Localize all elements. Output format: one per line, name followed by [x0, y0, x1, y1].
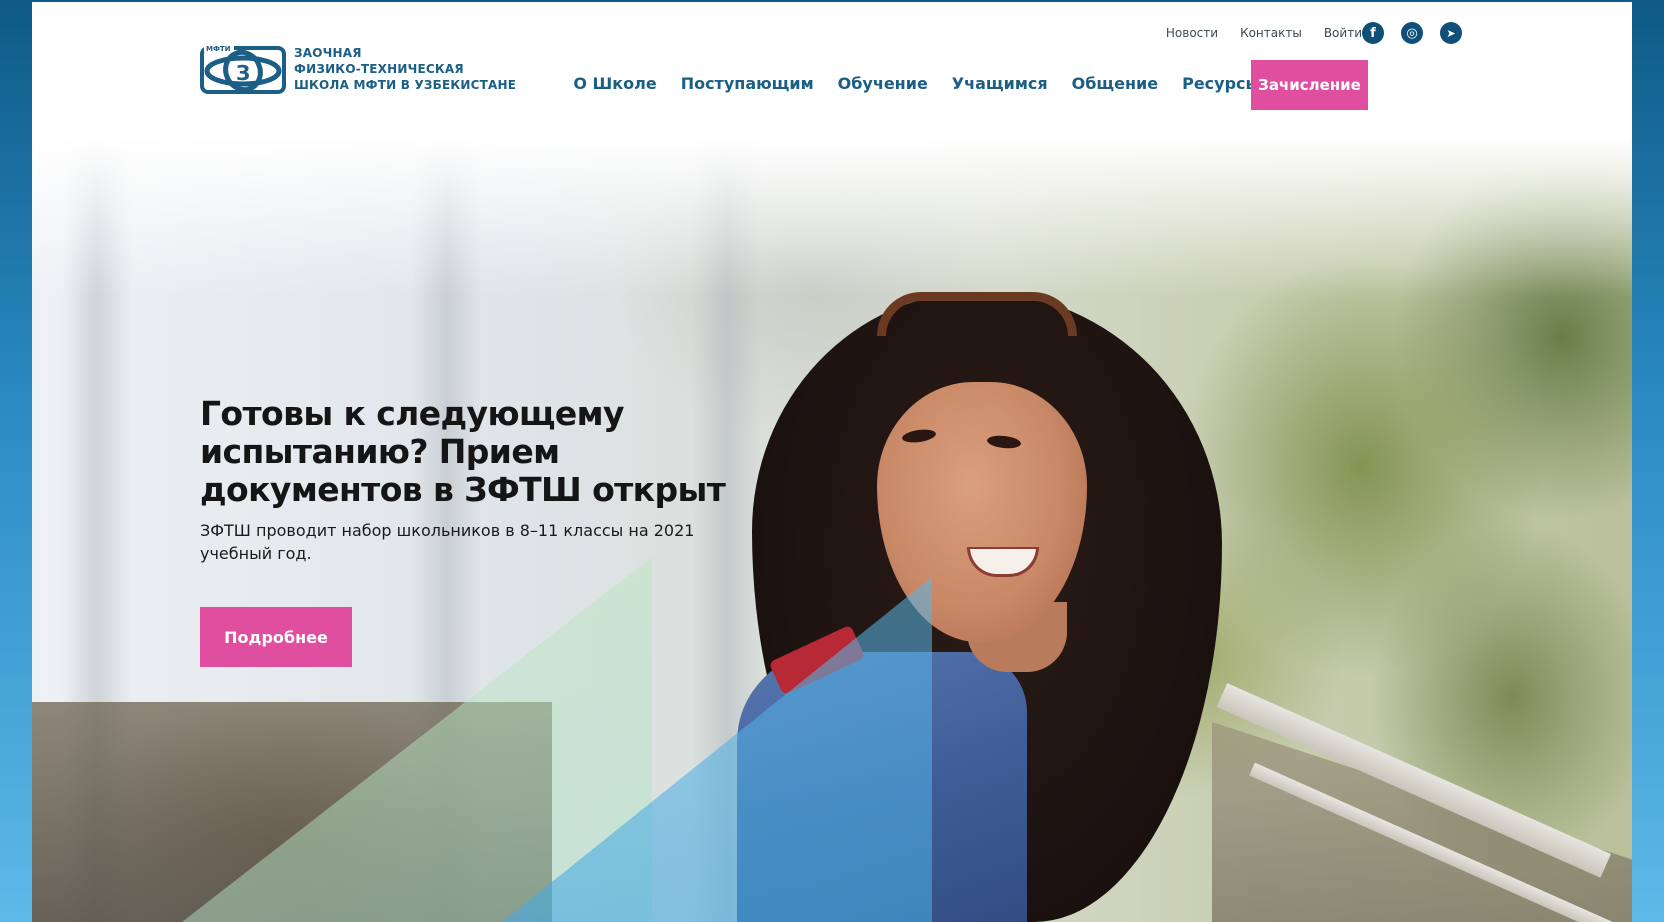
logo-line: ЗАОЧНАЯ	[294, 46, 362, 60]
hero-subtitle: ЗФТШ проводит набор школьников в 8–11 кл…	[200, 521, 695, 563]
logo-emblem-icon: З МФТИ	[200, 42, 286, 96]
hero-title: Готовы к следующему испытанию? Прием док…	[200, 394, 726, 509]
telegram-icon[interactable]: ➤	[1440, 22, 1462, 44]
nav-item-students[interactable]: Учащимся	[952, 74, 1048, 93]
logo-mark-text: МФТИ	[206, 45, 231, 53]
social-links: f ◎ ➤	[1362, 22, 1462, 44]
instagram-icon[interactable]: ◎	[1401, 22, 1423, 44]
nav-item-education[interactable]: Обучение	[838, 74, 928, 93]
site-logo[interactable]: З МФТИ ЗАОЧНАЯ ФИЗИКО-ТЕХНИЧЕСКАЯ ШКОЛА …	[200, 42, 516, 96]
nav-item-applicants[interactable]: Поступающим	[681, 74, 814, 93]
hero-top-fade	[32, 137, 1632, 297]
nav-item-community[interactable]: Общение	[1072, 74, 1158, 93]
enrollment-button[interactable]: Зачисление	[1251, 60, 1368, 110]
sunglasses	[877, 292, 1077, 336]
svg-text:З: З	[236, 61, 250, 85]
utility-links: Новости Контакты Войти	[1166, 26, 1362, 40]
contacts-link[interactable]: Контакты	[1240, 26, 1302, 40]
facebook-icon[interactable]: f	[1362, 22, 1384, 44]
nav-item-resources[interactable]: Ресурсы	[1182, 74, 1260, 93]
login-link[interactable]: Войти	[1324, 26, 1362, 40]
nav-item-about[interactable]: О Школе	[573, 74, 656, 93]
news-link[interactable]: Новости	[1166, 26, 1218, 40]
logo-text: ЗАОЧНАЯ ФИЗИКО-ТЕХНИЧЕСКАЯ ШКОЛА МФТИ В …	[294, 45, 516, 93]
page: З МФТИ ЗАОЧНАЯ ФИЗИКО-ТЕХНИЧЕСКАЯ ШКОЛА …	[32, 2, 1632, 922]
logo-line: ШКОЛА МФТИ В УЗБЕКИСТАНЕ	[294, 78, 517, 92]
main-nav: О Школе Поступающим Обучение Учащимся Об…	[573, 74, 1260, 93]
learn-more-button[interactable]: Подробнее	[200, 607, 352, 667]
logo-line: ФИЗИКО-ТЕХНИЧЕСКАЯ	[294, 62, 464, 76]
